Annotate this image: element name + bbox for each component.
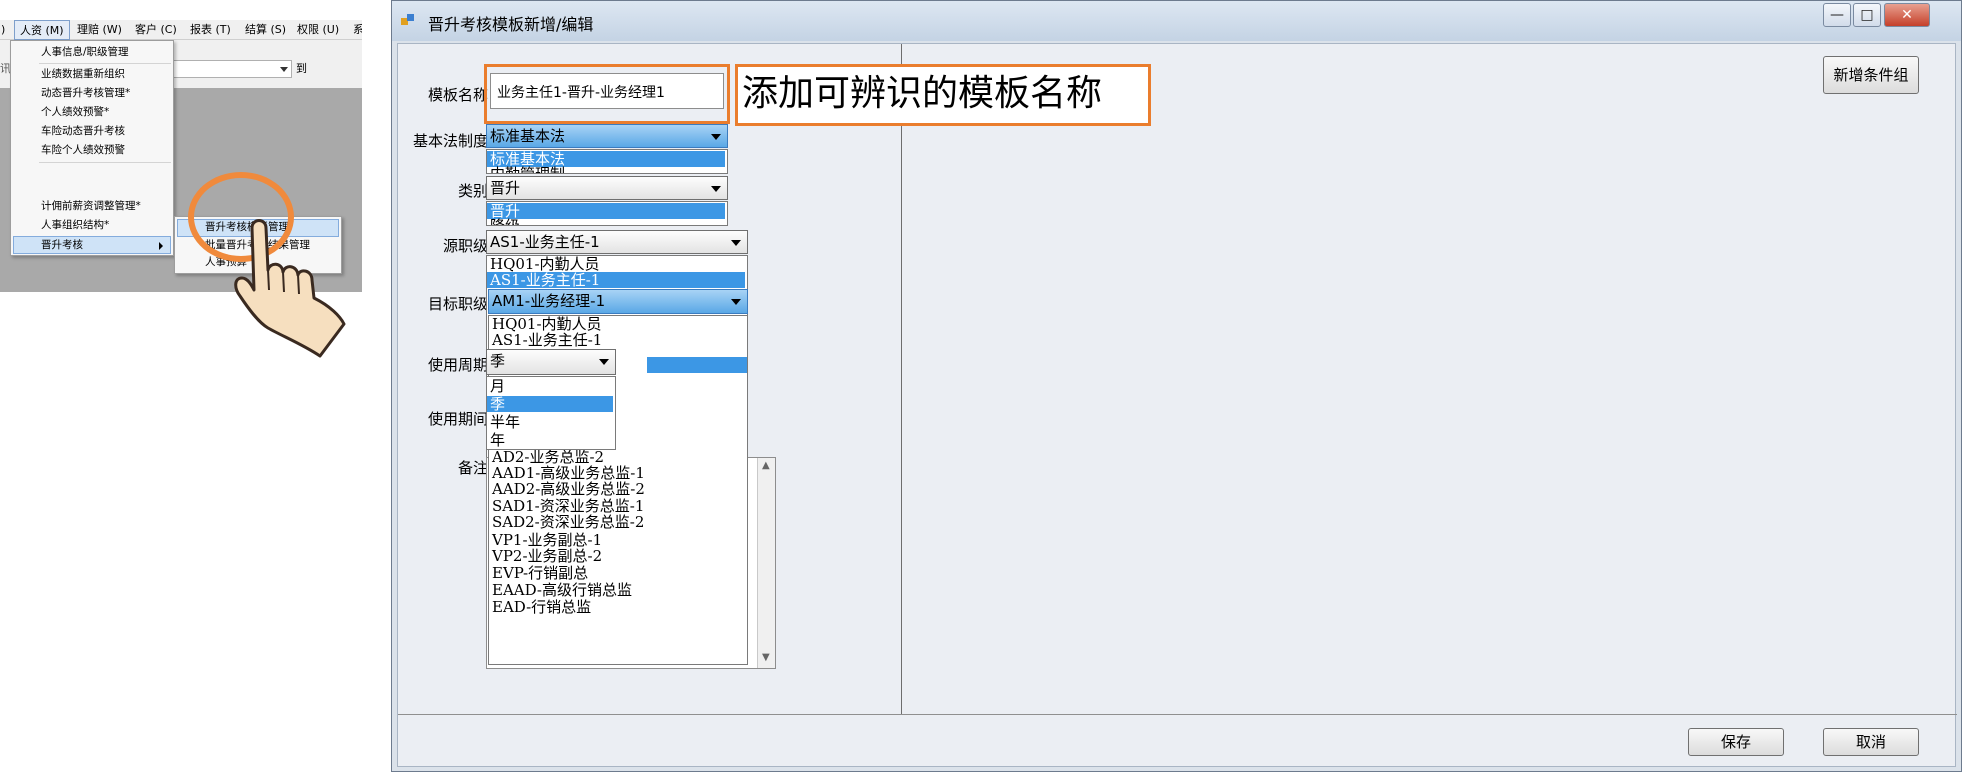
scroll-up-icon: ▲ [762, 460, 770, 471]
list-item[interactable]: AS1-业务主任-1 [492, 332, 602, 348]
close-button[interactable]: ✕ [1884, 3, 1930, 27]
app-icon [401, 14, 414, 25]
target-level-select[interactable]: AM1-业务经理-1 [488, 289, 748, 314]
list-item[interactable]: 半年 [490, 414, 520, 430]
list-item[interactable]: VP1-业务副总-1 [492, 532, 602, 548]
list-item[interactable]: AAD1-高级业务总监-1 [492, 465, 645, 481]
menu-item[interactable]: 车险个人绩效预警 [41, 141, 125, 159]
thumb-menu-report[interactable]: 报表 (T) [185, 20, 236, 40]
scroll-down-icon: ▼ [762, 652, 770, 663]
thumb-menubar: ) 人资 (M) 理赔 (W) 客户 (C) 报表 (T) 结算 (S) 权限 … [0, 20, 362, 40]
base-law-options: 标准基本法 内勤管理制 [486, 149, 728, 174]
menu-item-promotion[interactable]: 晋升考核 [41, 236, 83, 254]
base-law-label: 基本法制度 [412, 132, 488, 150]
period-options: 月 季 半年 年 [486, 376, 616, 450]
list-item[interactable]: HQ01-内勤人员 [490, 256, 600, 272]
add-condition-group-button[interactable]: 新增条件组 [1823, 56, 1919, 94]
list-item[interactable]: EAD-行销总监 [492, 599, 591, 615]
chevron-right-icon [159, 242, 163, 250]
thumb-combo[interactable] [170, 60, 292, 78]
chevron-down-icon [711, 186, 721, 192]
footer-divider [398, 714, 1957, 715]
window-title: 晋升考核模板新增/编辑 [428, 15, 594, 34]
thumb-menu-sys[interactable]: 系 [348, 20, 362, 40]
list-item[interactable]: VP2-业务副总-2 [492, 548, 602, 564]
list-item[interactable]: 内勤管理制 [490, 166, 565, 173]
thumb-menu-hr[interactable]: 人资 (M) [14, 20, 70, 40]
menu-item[interactable]: 人事组织结构* [41, 216, 109, 234]
thumb-menu-claims[interactable]: 理赔 (W) [72, 20, 127, 40]
menu-item[interactable]: 车险动态晋升考核 [41, 122, 125, 140]
callout-box-input [484, 64, 730, 124]
usage-period-label: 使用期间 [427, 410, 488, 428]
list-item[interactable]: AS1-业务主任-1 [487, 272, 745, 288]
thumb-to-label: 到 [296, 62, 307, 75]
chevron-down-icon [599, 359, 609, 365]
list-item[interactable]: 降级 [490, 218, 520, 225]
list-item[interactable]: EAAD-高级行销总监 [492, 582, 632, 598]
list-item[interactable]: SAD2-资深业务总监-2 [492, 514, 644, 530]
list-item[interactable]: 年 [490, 432, 505, 448]
source-level-label: 源职级 [442, 237, 488, 255]
target-level-label: 目标职级 [427, 295, 488, 313]
cancel-button[interactable]: 取消 [1823, 728, 1919, 756]
chevron-down-icon [711, 134, 721, 140]
list-item[interactable]: 季 [487, 396, 613, 412]
type-select[interactable]: 晋升 [486, 176, 728, 200]
chevron-down-icon [280, 67, 288, 72]
dialog-window: 晋升考核模板新增/编辑 — □ ✕ 模板名称 基本法制度 类别 源职级 目标职级… [391, 0, 1962, 772]
template-name-label: 模板名称 [427, 86, 488, 104]
panel-divider [901, 44, 902, 714]
minimize-button[interactable]: — [1823, 3, 1851, 27]
thumb-menu-settle[interactable]: 结算 (S) [240, 20, 291, 40]
chevron-down-icon [731, 299, 741, 305]
period-select[interactable]: 季 [486, 349, 616, 375]
list-item[interactable]: HQ01-内勤人员 [492, 316, 602, 332]
menu-item[interactable]: 个人绩效预警* [41, 103, 109, 121]
maximize-button[interactable]: □ [1853, 3, 1881, 27]
highlight-bar [647, 357, 747, 373]
menu-item[interactable]: 动态晋升考核管理* [41, 84, 130, 102]
list-item[interactable]: EVP-行销副总 [492, 565, 588, 581]
remark-label: 备注 [457, 459, 488, 477]
list-item[interactable]: 晋升 [487, 203, 725, 219]
list-item[interactable]: AAD2-高级业务总监-2 [492, 481, 645, 497]
thumb-dropdown-menu: 人事信息/职级管理 业绩数据重新组织 动态晋升考核管理* 个人绩效预警* 车险动… [10, 40, 174, 256]
title-bar: 晋升考核模板新增/编辑 — □ ✕ [392, 1, 1961, 41]
dialog-body: 模板名称 基本法制度 类别 源职级 目标职级 使用周期 使用期间 备注 业务主任… [397, 43, 1957, 767]
source-level-select[interactable]: AS1-业务主任-1 [486, 230, 748, 254]
period-label: 使用周期 [427, 356, 488, 374]
thumb-menu-customer[interactable]: 客户 (C) [130, 20, 182, 40]
type-options: 晋升 降级 [486, 201, 728, 226]
list-item[interactable]: AD2-业务总监-2 [492, 449, 604, 465]
chevron-down-icon [731, 240, 741, 246]
list-item[interactable]: SAD1-资深业务总监-1 [492, 498, 644, 514]
callout-label: 添加可辨识的模板名称 [735, 64, 1151, 126]
list-item[interactable]: 月 [490, 378, 505, 394]
menu-item[interactable]: 计佣前薪资调整管理* [41, 197, 141, 215]
pointing-hand-icon [234, 219, 346, 358]
menu-item[interactable]: 业绩数据重新组织 [41, 65, 125, 83]
thumb-menu-perm[interactable]: 权限 (U) [292, 20, 344, 40]
type-label: 类别 [457, 182, 488, 200]
remark-scrollbar[interactable]: ▲ ▼ [757, 458, 775, 668]
base-law-select[interactable]: 标准基本法 [486, 124, 728, 148]
menu-item[interactable]: 人事信息/职级管理 [41, 43, 129, 61]
thumb-menu-highlight [13, 236, 171, 254]
save-button[interactable]: 保存 [1688, 728, 1784, 756]
